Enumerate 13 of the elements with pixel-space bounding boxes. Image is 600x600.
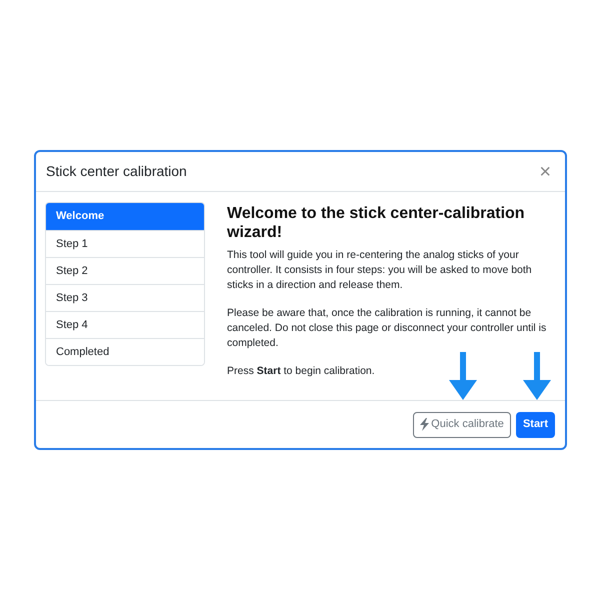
start-button[interactable]: Start <box>516 412 555 438</box>
down-arrow-icon <box>523 352 551 400</box>
lightning-icon <box>420 418 430 431</box>
content-paragraph: Please be aware that, once the calibration is running, it cannot be canceled. Do not close this page or disconnect your controller until is completed. <box>227 306 548 351</box>
step-item[interactable]: Welcome <box>46 203 204 230</box>
quick-calibrate-button[interactable]: Quick calibrate <box>413 412 511 438</box>
dialog-title: Stick center calibration <box>46 162 187 181</box>
close-button[interactable]: × <box>535 162 555 182</box>
content-paragraph: This tool will guide you in re-centering the analog sticks of your controller. It consists in four steps: you will be asked to move both sticks in a direction and release them. <box>227 248 533 293</box>
down-arrow-icon <box>449 352 477 400</box>
content-paragraph: Press Start to begin calibration. <box>227 364 376 379</box>
content-heading: Welcome to the stick center-calibration wizard! <box>227 204 526 242</box>
step-item[interactable]: Completed <box>46 338 204 365</box>
